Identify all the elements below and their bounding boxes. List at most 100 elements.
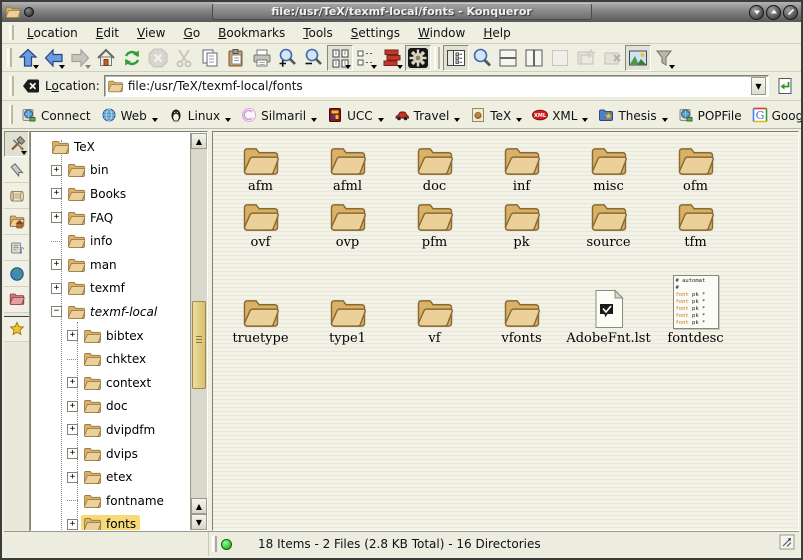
tree-item-tex[interactable]: TeX [31, 135, 190, 159]
bookmark-popfile[interactable]: POPFile [673, 105, 747, 125]
file-item-tfm[interactable]: tfm [652, 194, 739, 250]
file-item-afml[interactable]: afml [304, 140, 391, 194]
locationbar-grip[interactable] [9, 76, 14, 96]
toolbar-grip[interactable] [7, 48, 12, 67]
bookmark-tex[interactable]: TeX [465, 105, 527, 125]
menu-bookmarks[interactable]: Bookmarks [210, 24, 293, 42]
tree-item-doc[interactable]: +doc [31, 395, 190, 419]
tree-item-faq[interactable]: +FAQ [31, 206, 190, 230]
file-item-pfm[interactable]: pfm [391, 194, 478, 250]
tree-expander-plus[interactable]: + [67, 472, 78, 483]
tree-item-etex[interactable]: +etex [31, 465, 190, 489]
bookmark-silmaril[interactable]: Silmaril [236, 105, 322, 125]
scrollbar-thumb[interactable] [192, 301, 206, 389]
sidebar-services-button[interactable]: ♪ [4, 235, 29, 261]
file-item-source[interactable]: source [565, 194, 652, 250]
file-item-ovf[interactable]: ovf [217, 194, 304, 250]
image-gallery-button[interactable] [625, 45, 651, 71]
print-button[interactable] [249, 45, 275, 71]
location-dropdown-button[interactable]: ▼ [751, 77, 766, 95]
tree-expander-plus[interactable]: + [51, 188, 62, 199]
show-sidebar-button[interactable] [443, 45, 469, 71]
sidebar-home-button[interactable] [4, 209, 29, 235]
bookmark-google[interactable]: GGoogle [747, 105, 803, 125]
bookmark-linux[interactable]: Linux [163, 105, 236, 125]
file-item-doc[interactable]: doc [391, 140, 478, 194]
tree-expander-plus[interactable]: + [67, 448, 78, 459]
menu-tools[interactable]: Tools [295, 24, 341, 42]
menubar-grip[interactable] [9, 25, 14, 40]
sidebar-network-button[interactable] [4, 261, 29, 287]
tree-expander-plus[interactable]: + [67, 401, 78, 412]
home-button[interactable] [93, 45, 119, 71]
sidebar-history-button[interactable] [4, 183, 29, 209]
location-input[interactable]: file:/usr/TeX/texmf-local/fonts ▼ [104, 75, 769, 97]
file-item-adobefnt-lst[interactable]: AdobeFnt.lst [565, 250, 652, 346]
tree-expander-plus[interactable]: + [67, 519, 78, 530]
tree-expander-plus[interactable]: + [67, 330, 78, 341]
icon-view-button[interactable] [327, 45, 353, 71]
tree-item-man[interactable]: +man [31, 253, 190, 277]
file-item-afm[interactable]: afm [217, 140, 304, 194]
sidebar-bookmarks-star-button[interactable] [4, 316, 29, 342]
window-menu-folder-icon[interactable] [5, 5, 21, 19]
tree-item-dvipdfm[interactable]: +dvipdfm [31, 418, 190, 442]
tree-item-bin[interactable]: +bin [31, 159, 190, 183]
tree-item-chktex[interactable]: chktex [31, 347, 190, 371]
tree-item-bibtex[interactable]: +bibtex [31, 324, 190, 348]
split-left-right-button[interactable] [521, 45, 547, 71]
menu-view[interactable]: View [129, 24, 173, 42]
menu-edit[interactable]: Edit [88, 24, 127, 42]
zoom-out-button[interactable] [301, 45, 327, 71]
konqueror-gear-button[interactable] [405, 45, 431, 71]
tree-expander-plus[interactable]: + [51, 165, 62, 176]
tree-expander-plus[interactable]: + [51, 259, 62, 270]
tree-item-info[interactable]: info [31, 229, 190, 253]
location-value[interactable]: file:/usr/TeX/texmf-local/fonts [128, 79, 747, 93]
bookmark-xml[interactable]: XMLXML [527, 105, 593, 125]
sticky-button[interactable] [24, 7, 34, 17]
find-button[interactable] [469, 45, 495, 71]
split-top-bottom-button[interactable] [495, 45, 521, 71]
tree-item-texmf[interactable]: +texmf [31, 277, 190, 301]
tree-expander-plus[interactable]: + [67, 377, 78, 388]
menu-go[interactable]: Go [176, 24, 209, 42]
minimize-button[interactable] [749, 5, 764, 20]
up-button[interactable] [15, 45, 41, 71]
maximize-button[interactable] [766, 5, 781, 20]
tree-expander-plus[interactable]: + [51, 283, 62, 294]
zoom-in-button[interactable] [275, 45, 301, 71]
bookmarkbar-grip[interactable] [9, 105, 13, 124]
tree-expander-plus[interactable]: + [51, 212, 62, 223]
menu-location[interactable]: Location [19, 24, 86, 42]
sidebar-bookmarks-button[interactable] [4, 157, 29, 183]
back-button[interactable] [41, 45, 67, 71]
resize-grip-icon[interactable] [779, 534, 795, 554]
tree-item-context[interactable]: +context [31, 371, 190, 395]
file-item-ovp[interactable]: ovp [304, 194, 391, 250]
scroll-up-button[interactable]: ▲ [191, 133, 207, 149]
menu-window[interactable]: Window [410, 24, 473, 42]
bookmark-travel[interactable]: Travel [389, 105, 466, 125]
paste-button[interactable] [223, 45, 249, 71]
file-item-ofm[interactable]: ofm [652, 140, 739, 194]
tree-item-texmf-local[interactable]: −texmf-local [31, 300, 190, 324]
sidebar-config-button[interactable] [4, 131, 29, 157]
file-item-vf[interactable]: vf [391, 250, 478, 346]
tree-scrollbar[interactable]: ▲ ▲ ▼ [190, 133, 207, 530]
close-button[interactable] [783, 5, 798, 20]
menu-help[interactable]: Help [475, 24, 518, 42]
file-item-fontdesc[interactable]: # automat#font pk *font pk *font pk *fon… [652, 250, 739, 346]
list-view-button[interactable] [353, 45, 379, 71]
tree-expander-plus[interactable]: + [67, 424, 78, 435]
bookmark-connect[interactable]: Connect [16, 105, 96, 125]
bookmark-web[interactable]: Web [96, 105, 163, 125]
text-view-button[interactable] [379, 45, 405, 71]
file-item-truetype[interactable]: truetype [217, 250, 304, 346]
tree-item-dvips[interactable]: +dvips [31, 442, 190, 466]
scroll-up-button-bottom[interactable]: ▲ [191, 498, 207, 514]
tree-item-fontname[interactable]: fontname [31, 489, 190, 513]
statusbar-handle[interactable] [212, 536, 217, 552]
file-item-pk[interactable]: pk [478, 194, 565, 250]
tree-item-fonts[interactable]: +fonts [31, 513, 190, 531]
